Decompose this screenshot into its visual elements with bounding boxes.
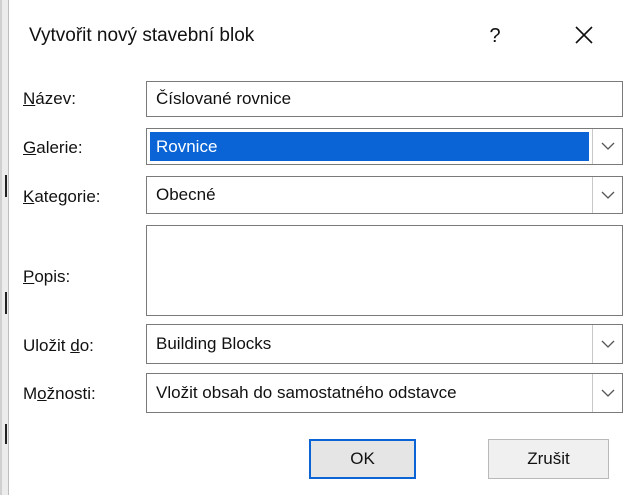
ok-button[interactable]: OK: [309, 439, 416, 479]
save-in-dropdown[interactable]: Building Blocks: [146, 324, 623, 364]
close-button[interactable]: [554, 12, 614, 58]
save-in-dropdown-arrow[interactable]: [592, 325, 622, 363]
category-label: Kategorie:: [23, 187, 101, 206]
chevron-down-icon: [601, 191, 614, 199]
background-edge: [0, 0, 2, 495]
category-dropdown-arrow[interactable]: [592, 177, 622, 213]
gallery-selection: Rovnice: [150, 132, 589, 161]
name-input[interactable]: Číslované rovnice: [146, 81, 623, 117]
help-icon: ?: [489, 24, 501, 47]
cancel-button[interactable]: Zrušit: [488, 439, 609, 479]
save-in-value: Building Blocks: [156, 334, 272, 353]
chevron-down-icon: [601, 340, 614, 348]
close-icon: [575, 26, 593, 44]
dialog-title: Vytvořit nový stavební blok: [29, 25, 255, 46]
background-mark: [5, 292, 7, 314]
gallery-dropdown[interactable]: Rovnice: [146, 128, 623, 165]
gallery-label: Galerie:: [23, 138, 83, 157]
dialog-titlebar: Vytvořit nový stavební blok ?: [9, 0, 631, 72]
description-label: Popis:: [23, 267, 71, 286]
options-value: Vložit obsah do samostatného odstavce: [156, 383, 457, 402]
create-building-block-dialog: Vytvořit nový stavební blok ? Název: Čís…: [8, 0, 631, 495]
background-mark: [5, 175, 7, 197]
save-in-label: Uložit do:: [23, 336, 94, 355]
options-dropdown[interactable]: Vložit obsah do samostatného odstavce: [146, 373, 623, 413]
name-label: Název:: [23, 89, 76, 108]
name-value: Číslované rovnice: [156, 89, 292, 108]
help-button[interactable]: ?: [467, 16, 523, 56]
gallery-dropdown-arrow[interactable]: [592, 129, 622, 164]
chevron-down-icon: [601, 389, 614, 397]
background-mark: [5, 424, 7, 444]
category-value: Obecné: [156, 185, 216, 204]
category-dropdown[interactable]: Obecné: [146, 176, 623, 214]
chevron-down-icon: [601, 142, 614, 150]
description-textarea[interactable]: [146, 225, 623, 316]
options-label: Možnosti:: [23, 384, 96, 403]
options-dropdown-arrow[interactable]: [592, 374, 622, 412]
gallery-value: Rovnice: [156, 136, 218, 156]
